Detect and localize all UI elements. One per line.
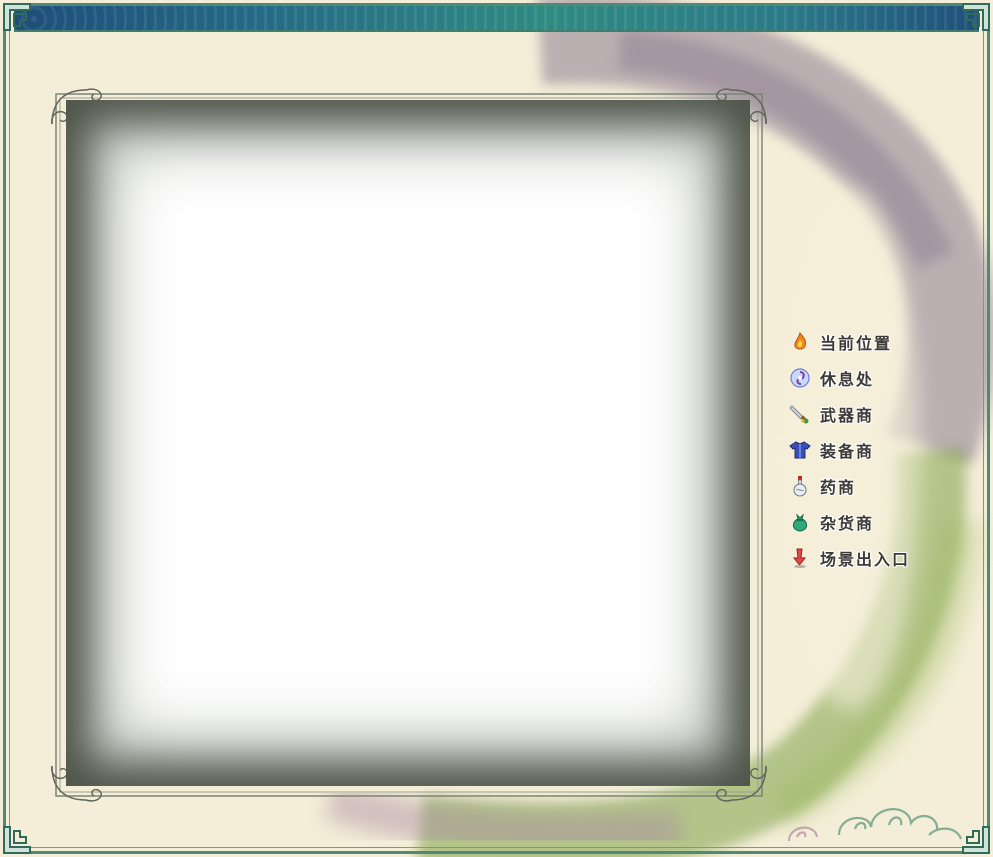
legend-item-medicine-shop[interactable]: 药商 [788, 468, 968, 504]
swirl-orb-icon [788, 366, 812, 390]
legend-label: 场景出入口 [820, 550, 911, 569]
legend-label: 装备商 [820, 442, 875, 461]
map-canvas[interactable] [66, 100, 750, 786]
legend-item-scene-entrance[interactable]: 场景出入口 [788, 540, 968, 576]
exit-arrow-icon [788, 546, 812, 570]
map-legend: 当前位置 休息处 武器商 装备商 药商 杂货商 场景出入口 [788, 324, 968, 576]
map-window: 当前位置 休息处 武器商 装备商 药商 杂货商 场景出入口 [0, 0, 993, 857]
legend-label: 杂货商 [820, 514, 875, 533]
corner-ornament-icon [2, 825, 32, 855]
legend-item-equipment-shop[interactable]: 装备商 [788, 432, 968, 468]
money-bag-icon [788, 510, 812, 534]
title-bar[interactable] [14, 6, 979, 32]
corner-ornament-icon [961, 2, 991, 32]
legend-item-general-store[interactable]: 杂货商 [788, 504, 968, 540]
corner-ornament-icon [2, 2, 32, 32]
potion-bottle-icon [788, 474, 812, 498]
auspicious-cloud-icon [787, 808, 963, 842]
legend-item-weapon-shop[interactable]: 武器商 [788, 396, 968, 432]
flame-icon [788, 330, 812, 354]
sword-icon [788, 402, 812, 426]
legend-item-rest-area[interactable]: 休息处 [788, 360, 968, 396]
legend-label: 武器商 [820, 406, 875, 425]
legend-label: 药商 [820, 478, 857, 497]
legend-item-current-position[interactable]: 当前位置 [788, 324, 968, 360]
legend-label: 休息处 [820, 370, 875, 389]
robe-icon [788, 438, 812, 462]
legend-label: 当前位置 [820, 334, 893, 353]
